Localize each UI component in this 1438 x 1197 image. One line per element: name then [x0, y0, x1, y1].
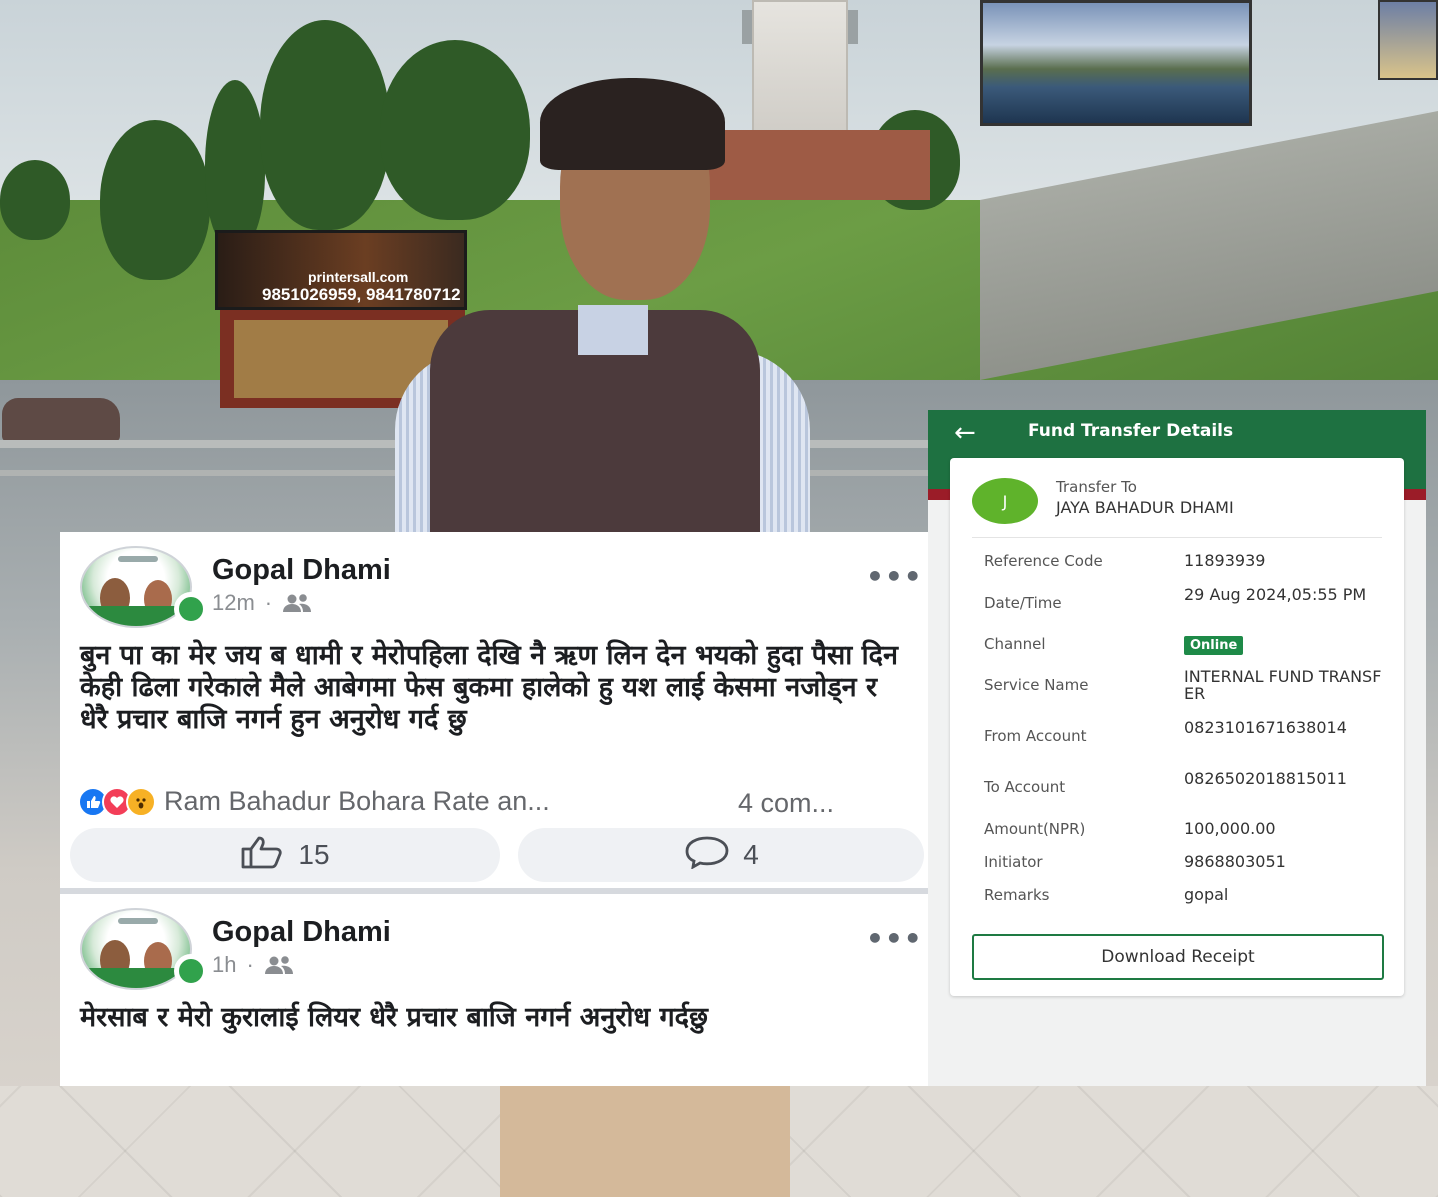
detail-label: Service Name — [984, 676, 1089, 694]
detail-value: 100,000.00 — [1184, 819, 1276, 838]
post-text: बुन पा का मेर जय ब धामी र मेरोपहिला देखि… — [80, 640, 898, 735]
online-status-dot — [174, 954, 208, 988]
detail-value: 0823101671638014 — [1184, 718, 1347, 737]
transfer-details-panel: J Transfer To JAYA BAHADUR DHAMI Referen… — [950, 458, 1404, 996]
fund-transfer-screen: ← Fund Transfer Details J Transfer To JA… — [928, 410, 1426, 1086]
tree — [260, 20, 390, 230]
post-time[interactable]: 1h — [212, 952, 236, 978]
detail-label: Amount(NPR) — [984, 820, 1086, 838]
detail-value: 0826502018815011 — [1184, 769, 1347, 788]
tree — [380, 40, 530, 220]
man-trousers — [500, 1086, 790, 1197]
small-billboard — [1378, 0, 1438, 80]
friends-icon — [264, 955, 294, 975]
facebook-post: Gopal Dhami 1h · ••• मेरसाब र मेरो कुराल… — [60, 894, 928, 1086]
meta-separator: · — [264, 590, 273, 615]
detail-value: 9868803051 — [1184, 852, 1286, 871]
meta-separator: · — [246, 952, 254, 977]
detail-label: To Account — [984, 778, 1066, 796]
recipient-avatar: J — [972, 478, 1038, 524]
post-author[interactable]: Gopal Dhami — [212, 554, 391, 587]
reactors-names: Ram Bahadur Bohara Rate an... — [164, 786, 550, 816]
facebook-posts-card: Gopal Dhami 12m · ••• बुन पा का मेर जय ब… — [60, 532, 928, 1086]
post-time[interactable]: 12m — [212, 590, 255, 616]
facebook-post: Gopal Dhami 12m · ••• बुन पा का मेर जय ब… — [60, 532, 928, 888]
detail-value: INTERNAL FUND TRANSFER — [1184, 667, 1382, 703]
back-arrow-icon[interactable]: ← — [954, 418, 976, 448]
transfer-to-label: Transfer To — [1056, 478, 1137, 496]
wow-icon — [126, 786, 156, 817]
terminal-building — [700, 130, 930, 200]
detail-value: 11893939 — [1184, 551, 1266, 570]
billboard-phone: 9851026959, 9841780712 — [262, 285, 461, 304]
man-hair — [540, 78, 725, 170]
detail-label: Initiator — [984, 853, 1043, 871]
comment-button[interactable]: 4 — [518, 828, 924, 882]
post-text: मेरसाब र मेरो कुरालाई लियर धेरै प्रचार ब… — [80, 1002, 708, 1033]
recipient-name: JAYA BAHADUR DHAMI — [1056, 498, 1234, 517]
download-receipt-button[interactable]: Download Receipt — [972, 934, 1384, 980]
comment-bubble-icon — [683, 835, 731, 876]
thumbs-up-icon — [240, 835, 286, 876]
mountain-billboard — [980, 0, 1252, 126]
comment-count-link[interactable]: 4 com... — [738, 788, 834, 819]
printer-billboard: printersall.com 9851026959, 9841780712 — [215, 230, 467, 310]
car — [2, 398, 120, 442]
tree — [100, 120, 210, 280]
post-author[interactable]: Gopal Dhami — [212, 916, 391, 949]
online-badge: Online — [1184, 636, 1244, 655]
billboard-site: printersall.com — [308, 269, 409, 285]
detail-label: Remarks — [984, 886, 1050, 904]
post-meta: 1h · — [212, 952, 294, 978]
online-status-dot — [174, 592, 208, 626]
reactions-summary[interactable]: Ram Bahadur Bohara Rate an... — [78, 786, 550, 817]
detail-label: Reference Code — [984, 552, 1103, 570]
detail-value: 29 Aug 2024,05:55 PM — [1184, 585, 1367, 604]
control-tower — [752, 0, 848, 140]
tree — [205, 80, 265, 250]
more-options-icon[interactable]: ••• — [866, 922, 923, 955]
detail-label: From Account — [984, 727, 1087, 745]
detail-value: Online — [1184, 635, 1384, 655]
detail-label: Date/Time — [984, 594, 1062, 612]
screen-title: Fund Transfer Details — [1028, 421, 1234, 441]
post-meta: 12m · — [212, 590, 312, 616]
detail-label: Channel — [984, 635, 1046, 653]
friends-icon — [282, 593, 312, 613]
divider — [972, 537, 1382, 538]
like-count: 15 — [298, 839, 330, 870]
more-options-icon[interactable]: ••• — [866, 560, 923, 593]
comment-count: 4 — [743, 839, 759, 870]
like-button[interactable]: 15 — [70, 828, 500, 882]
man-collar — [578, 305, 648, 355]
detail-value: gopal — [1184, 885, 1229, 904]
tree — [0, 160, 70, 240]
